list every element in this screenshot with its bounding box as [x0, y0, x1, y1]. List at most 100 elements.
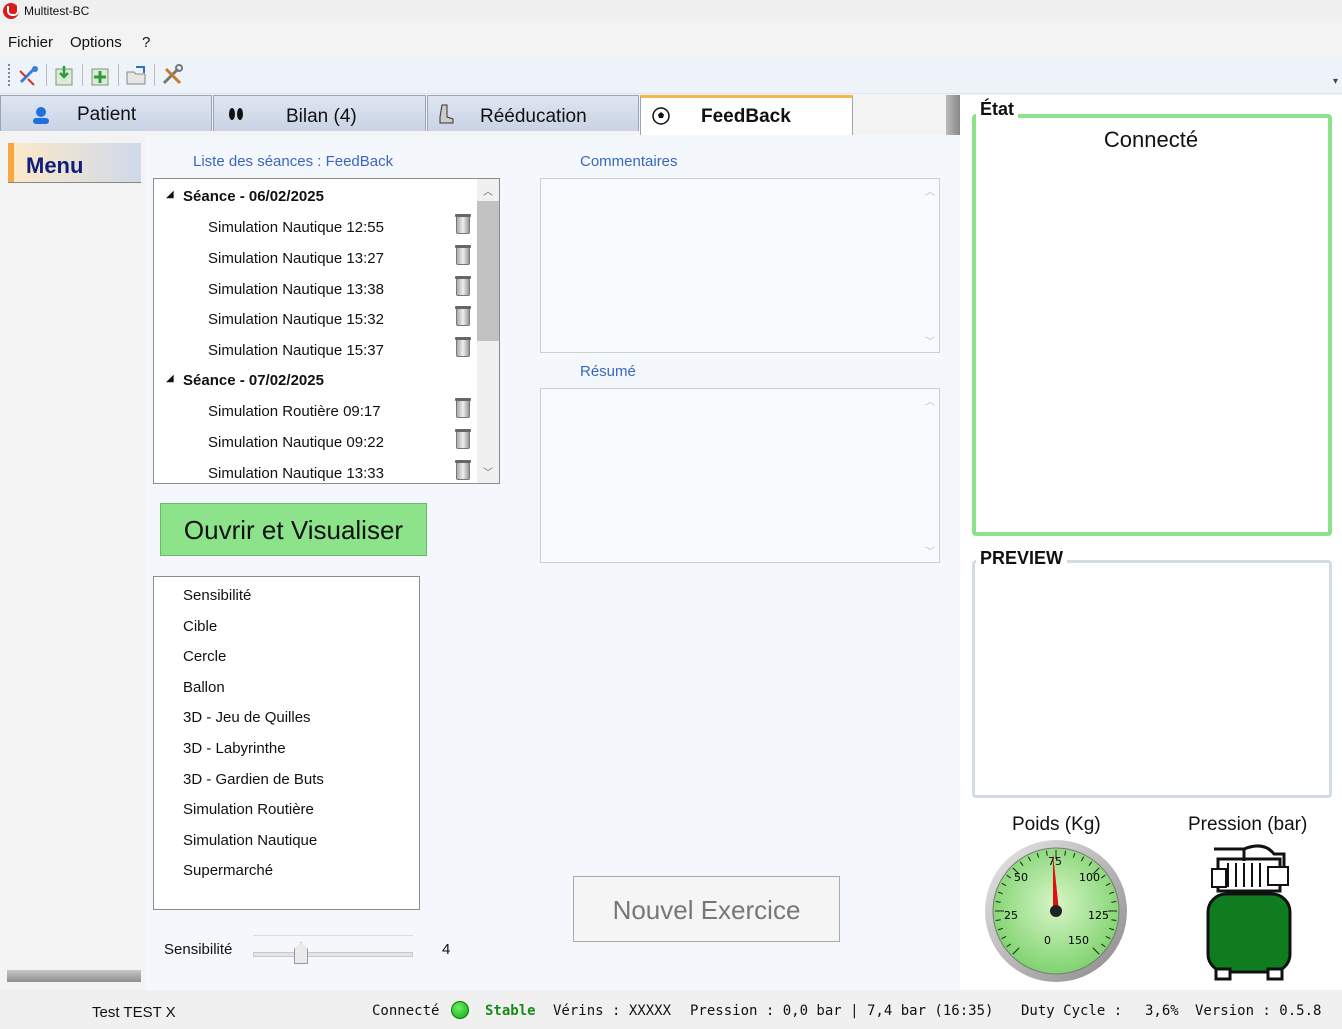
weight-gauge: 0 25 50 75 100 125 150 — [985, 840, 1127, 982]
session-item-label: Simulation Nautique 13:33 — [208, 465, 384, 482]
trash-icon[interactable] — [455, 337, 471, 357]
session-item[interactable]: Simulation Nautique 15:32 — [154, 304, 476, 334]
comments-label: Commentaires — [580, 153, 678, 170]
scrollbar-thumb[interactable] — [477, 201, 499, 341]
comments-textarea[interactable]: ︿ ﹀ — [540, 178, 940, 353]
session-item-label: Simulation Nautique 09:22 — [208, 434, 384, 451]
exercise-list[interactable]: Sensibilité Cible Cercle Ballon 3D - Jeu… — [153, 576, 420, 910]
session-item-label: Simulation Nautique 15:37 — [208, 342, 384, 359]
exercise-item[interactable]: 3D - Jeu de Quilles — [183, 709, 311, 726]
new-exercise-button[interactable]: Nouvel Exercice — [573, 876, 840, 942]
trash-icon[interactable] — [455, 276, 471, 296]
tab-strip-divider — [946, 95, 960, 135]
exercise-item[interactable]: Simulation Routière — [183, 801, 314, 818]
status-verins: Vérins : XXXXX — [553, 1003, 672, 1019]
gauge-tick-label: 125 — [1088, 909, 1109, 922]
session-group[interactable]: ◢ Séance - 06/02/2025 — [154, 181, 476, 211]
exercise-item[interactable]: Supermarché — [183, 862, 273, 879]
collapse-triangle-icon[interactable]: ◢ — [166, 373, 174, 384]
menu-bar: Fichier Options ? — [0, 28, 1342, 58]
summary-textarea[interactable]: ︿ ﹀ — [540, 388, 940, 563]
open-and-view-button[interactable]: Ouvrir et Visualiser — [160, 503, 427, 556]
person-icon — [33, 107, 49, 124]
connection-led-icon — [451, 1001, 469, 1019]
tab-feedback[interactable]: FeedBack — [640, 95, 853, 135]
toolbar-grip[interactable] — [8, 64, 11, 86]
exercise-item[interactable]: 3D - Labyrinthe — [183, 740, 286, 757]
status-pression: Pression : 0,0 bar | 7,4 bar (16:35) — [690, 1003, 994, 1019]
status-version: Version : 0.5.8 — [1195, 1003, 1322, 1019]
session-item[interactable]: Simulation Nautique 15:37 — [154, 335, 476, 365]
exercise-item[interactable]: Cible — [183, 618, 217, 635]
session-group-title: Séance - 07/02/2025 — [183, 372, 324, 389]
session-group[interactable]: ◢ Séance - 07/02/2025 — [154, 365, 476, 395]
gauge-tick-label: 50 — [1014, 871, 1028, 884]
scroll-down-icon[interactable]: ﹀ — [483, 464, 493, 479]
window-title: Multitest-BC — [24, 4, 90, 18]
session-item[interactable]: Simulation Nautique 12:55 — [154, 212, 476, 242]
session-item[interactable]: Simulation Routière 09:17 — [154, 396, 476, 426]
sessions-list-label: Liste des séances : FeedBack — [193, 153, 394, 170]
preview-box — [972, 560, 1332, 798]
tools-icon[interactable] — [160, 63, 186, 89]
menu-fichier[interactable]: Fichier — [8, 34, 53, 51]
scroll-up-icon[interactable]: ︿ — [925, 183, 935, 198]
session-item[interactable]: Simulation Nautique 13:38 — [154, 274, 476, 304]
session-item[interactable]: Simulation Nautique 13:27 — [154, 243, 476, 273]
add-icon[interactable] — [88, 63, 114, 89]
status-duty-label: Duty Cycle : — [1021, 1003, 1123, 1019]
trash-icon[interactable] — [455, 429, 471, 449]
exercise-item[interactable]: Sensibilité — [183, 587, 251, 604]
status-connected: Connecté — [372, 1003, 440, 1019]
session-item-label: Simulation Nautique 15:32 — [208, 311, 384, 328]
footprints-icon — [229, 108, 243, 120]
sessions-scrollbar[interactable]: ︿ ﹀ — [477, 179, 499, 483]
menu-options[interactable]: Options — [70, 34, 122, 51]
toolbar-overflow-icon[interactable]: ▾ — [1333, 76, 1338, 87]
status-patient[interactable]: Test TEST X — [92, 1004, 176, 1021]
session-item-label: Simulation Nautique 12:55 — [208, 219, 384, 236]
connect-icon[interactable] — [16, 63, 42, 89]
summary-label: Résumé — [580, 363, 636, 380]
trash-icon[interactable] — [455, 460, 471, 480]
import-icon[interactable] — [52, 63, 78, 89]
trash-icon[interactable] — [455, 306, 471, 326]
toolbar-separator — [46, 64, 47, 86]
sessions-tree[interactable]: ◢ Séance - 06/02/2025 Simulation Nautiqu… — [153, 178, 500, 484]
status-bar: Test TEST X Connecté Stable Vérins : XXX… — [0, 990, 1342, 1029]
open-folder-icon[interactable] — [124, 63, 150, 89]
menu-button[interactable]: Menu — [8, 143, 141, 183]
gauge-hub — [1050, 905, 1062, 917]
scroll-up-icon[interactable]: ︿ — [483, 183, 493, 198]
tab-label: Rééducation — [480, 106, 587, 127]
exercise-item[interactable]: Ballon — [183, 679, 225, 696]
session-item[interactable]: Simulation Nautique 09:22 — [154, 427, 476, 457]
sidebar-scroll-handle[interactable] — [7, 970, 141, 982]
exercise-item[interactable]: Cercle — [183, 648, 226, 665]
connection-status: Connecté — [1103, 127, 1199, 152]
collapse-triangle-icon[interactable]: ◢ — [166, 189, 174, 200]
tab-reeducation[interactable]: Rééducation — [427, 95, 639, 131]
trash-icon[interactable] — [455, 398, 471, 418]
trash-icon[interactable] — [455, 214, 471, 234]
sensitivity-slider-thumb[interactable] — [294, 942, 308, 964]
sensitivity-value: 4 — [442, 941, 451, 958]
menu-help[interactable]: ? — [142, 34, 150, 51]
app-logo-icon — [3, 3, 19, 19]
exercise-item[interactable]: Simulation Nautique — [183, 832, 317, 849]
scroll-down-icon[interactable]: ﹀ — [925, 333, 935, 348]
tab-label: Patient — [77, 104, 137, 125]
session-item-label: Simulation Routière 09:17 — [208, 403, 381, 420]
etat-box — [972, 114, 1332, 536]
session-group-title: Séance - 06/02/2025 — [183, 188, 324, 205]
sensitivity-slider[interactable] — [253, 952, 413, 957]
tab-bilan[interactable]: Bilan (4) — [213, 95, 426, 131]
tab-patient[interactable]: Patient — [0, 95, 212, 131]
gauge-tick-label: 100 — [1079, 871, 1100, 884]
scroll-down-icon[interactable]: ﹀ — [925, 543, 935, 558]
trash-icon[interactable] — [455, 245, 471, 265]
toolbar-separator — [154, 64, 155, 86]
exercise-item[interactable]: 3D - Gardien de Buts — [183, 771, 324, 788]
session-item[interactable]: Simulation Nautique 13:33 — [154, 458, 476, 483]
scroll-up-icon[interactable]: ︿ — [925, 393, 935, 408]
